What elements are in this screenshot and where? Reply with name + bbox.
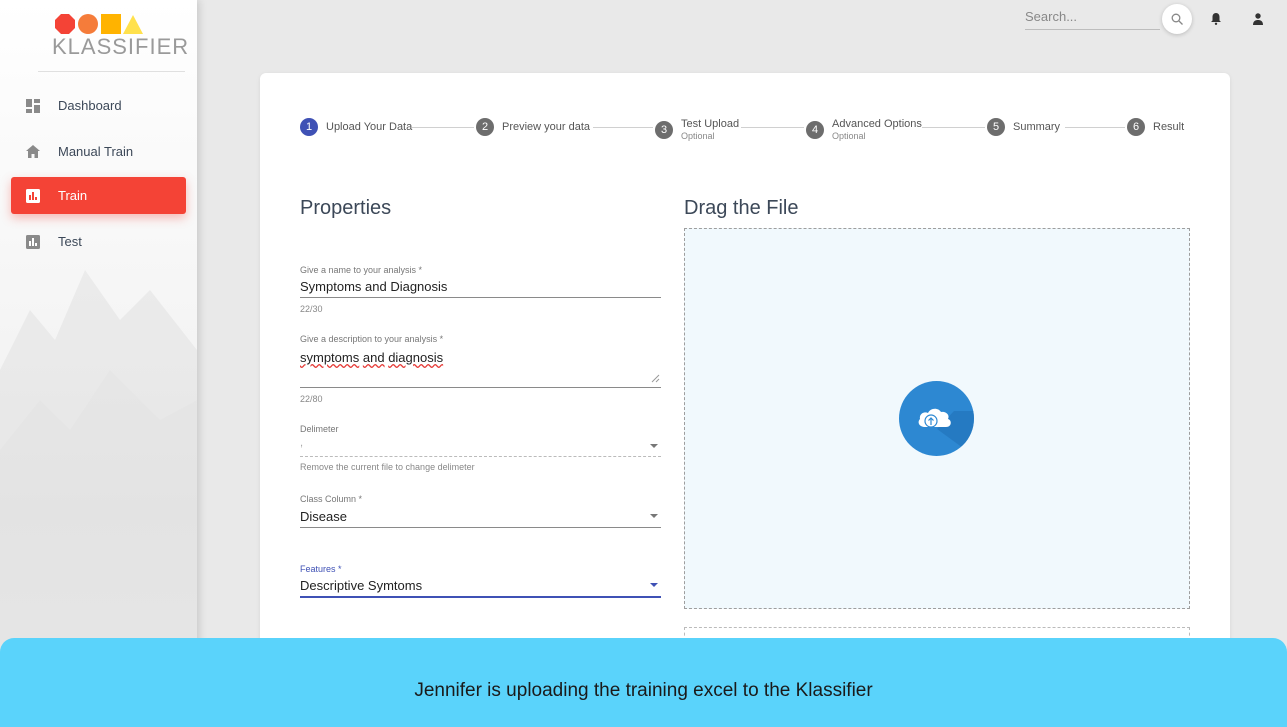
sidebar-item-manual-train[interactable]: Manual Train [11, 133, 186, 170]
sidebar-item-label: Test [58, 234, 82, 249]
name-char-count: 22/30 [300, 304, 323, 314]
step-label: Test Upload [681, 118, 740, 130]
delimiter-hint: Remove the current file to change delime… [300, 462, 475, 472]
cloud-upload-icon[interactable] [899, 381, 974, 456]
drag-file-title: Drag the File [684, 197, 799, 219]
delimiter-field-label: Delimeter [300, 424, 339, 434]
stepper: 1 Upload Your Data 2 Preview your data 3… [300, 112, 1190, 142]
description-word: symptoms [300, 350, 360, 365]
sidebar-item-train[interactable]: Train [11, 177, 186, 214]
step-connector [922, 127, 985, 128]
description-field[interactable]: symptoms and diagnosis [300, 350, 443, 365]
name-field-underline [300, 297, 661, 298]
step-number: 2 [476, 118, 494, 136]
chevron-down-icon [650, 444, 658, 448]
description-word: and [362, 350, 385, 365]
description-word: diagnosis [388, 350, 444, 365]
step-number: 6 [1127, 118, 1145, 136]
person-icon[interactable] [1253, 13, 1263, 25]
step-advanced-options[interactable]: 4 Advanced Options Optional [806, 118, 922, 142]
step-connector [1065, 127, 1125, 128]
step-test-upload[interactable]: 3 Test Upload Optional [655, 118, 739, 142]
step-optional: Optional [832, 131, 866, 141]
name-field[interactable]: Symptoms and Diagnosis [300, 279, 447, 294]
sidebar-item-dashboard[interactable]: Dashboard [11, 87, 186, 124]
search-icon [1171, 13, 1183, 25]
features-label-text: Features * [300, 564, 342, 574]
step-label: Preview your data [502, 121, 591, 133]
features-label: Features * [300, 564, 342, 574]
caption-banner: Jennifer is uploading the training excel… [0, 638, 1287, 727]
step-number: 5 [987, 118, 1005, 136]
app-logo[interactable]: KLASSIFIER [0, 0, 197, 72]
step-label: Advanced Options [832, 118, 922, 130]
step-number: 3 [655, 121, 673, 139]
step-label: Summary [1013, 121, 1061, 133]
search-button[interactable] [1162, 4, 1192, 34]
features-underline [300, 596, 661, 598]
step-upload-your-data[interactable]: 1 Upload Your Data [300, 118, 412, 136]
dashboard-icon [26, 98, 40, 113]
sidebar-item-label: Dashboard [58, 98, 122, 113]
sidebar-item-test[interactable]: Test [11, 223, 186, 260]
step-number: 4 [806, 121, 824, 139]
chevron-down-icon [650, 583, 658, 587]
bell-icon[interactable] [1211, 13, 1221, 25]
sidebar-item-label: Manual Train [58, 144, 134, 159]
step-label: Upload Your Data [326, 121, 413, 133]
step-connector [741, 127, 804, 128]
description-char-count: 22/80 [300, 394, 323, 404]
step-summary[interactable]: 5 Summary [987, 118, 1060, 136]
bar-chart-icon [26, 188, 40, 203]
delimiter-field-underline [300, 456, 661, 457]
sidebar-item-label: Train [58, 188, 88, 203]
chevron-down-icon [650, 514, 658, 518]
step-number: 1 [300, 118, 318, 136]
class-column-select[interactable]: Disease [300, 509, 347, 524]
name-field-label: Give a name to your analysis * [300, 265, 423, 275]
resize-handle-icon[interactable] [651, 374, 660, 383]
description-field-label: Give a description to your analysis * [300, 334, 444, 344]
step-connector [593, 127, 653, 128]
step-preview-your-data[interactable]: 2 Preview your data [476, 118, 590, 136]
properties-title: Properties [300, 197, 392, 219]
step-connector [412, 127, 474, 128]
features-select[interactable]: Descriptive Symtoms [300, 578, 422, 593]
logo-text: KLASSIFIER [52, 34, 190, 59]
mountain-background [0, 270, 197, 670]
description-field-underline [300, 387, 661, 388]
step-optional: Optional [681, 131, 715, 141]
step-result[interactable]: 6 Result [1127, 118, 1184, 136]
logo-shapes [55, 14, 143, 34]
delimiter-select[interactable]: , [300, 437, 303, 449]
class-column-label: Class Column * [300, 494, 363, 504]
bar-chart-icon [26, 234, 40, 249]
home-icon [26, 145, 40, 159]
class-column-underline [300, 527, 661, 528]
sidebar-divider [38, 71, 185, 72]
sidebar: KLASSIFIER Dashboard Manual Train Train … [0, 0, 197, 727]
search-input[interactable]: Search... [1025, 6, 1160, 30]
step-label: Result [1153, 121, 1185, 133]
